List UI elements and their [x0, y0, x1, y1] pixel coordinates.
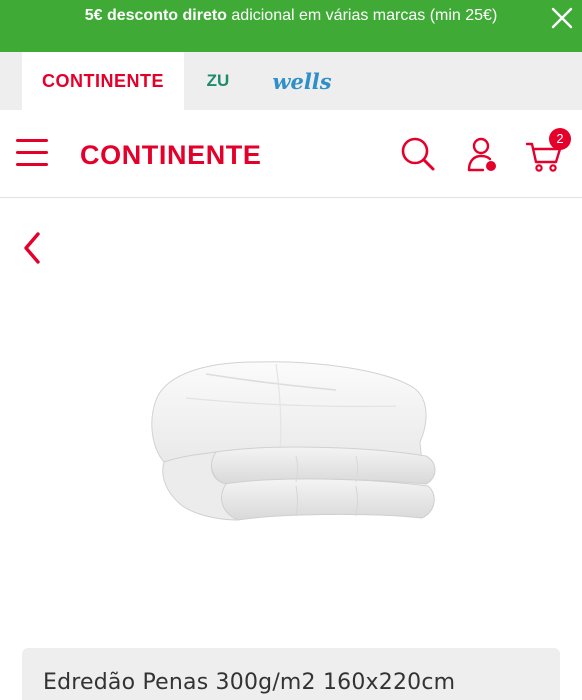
- chevron-left-icon: [24, 232, 40, 264]
- tab-continente-label: CONTINENTE: [42, 70, 164, 91]
- tab-continente[interactable]: CONTINENTE: [22, 52, 184, 110]
- tab-zu-label: ZU: [206, 71, 230, 90]
- promo-text: 5€ desconto direto adicional em várias m…: [0, 6, 582, 26]
- site-logo[interactable]: CONTINENTE: [80, 140, 262, 170]
- search-icon: [401, 137, 435, 171]
- cart-count-badge: 2: [549, 128, 571, 150]
- promo-banner[interactable]: 5€ desconto direto adicional em várias m…: [0, 0, 582, 52]
- duvet-illustration: [151, 361, 436, 521]
- menu-button[interactable]: [14, 136, 52, 170]
- tab-wells-label: wells: [272, 68, 332, 94]
- promo-description: adicional em várias marcas (min 25€): [226, 7, 498, 24]
- account-button[interactable]: [461, 134, 501, 174]
- hamburger-menu-icon: [16, 139, 48, 166]
- brand-tabs: CONTINENTE ZU wells: [0, 52, 582, 110]
- tab-wells[interactable]: wells: [262, 52, 342, 110]
- site-header: CONTINENTE: [0, 110, 582, 198]
- search-button[interactable]: [398, 134, 438, 174]
- promo-close-button[interactable]: [548, 4, 576, 32]
- back-button[interactable]: [20, 230, 46, 266]
- close-icon: [551, 7, 573, 29]
- product-title: Edredão Penas 300g/m2 160x220cm: [43, 670, 456, 695]
- product-image[interactable]: [146, 352, 438, 532]
- user-icon: [467, 137, 496, 172]
- tab-zu[interactable]: ZU: [195, 52, 241, 110]
- promo-highlight: 5€ desconto direto: [84, 7, 227, 24]
- product-info-card: Edredão Penas 300g/m2 160x220cm: [22, 648, 560, 700]
